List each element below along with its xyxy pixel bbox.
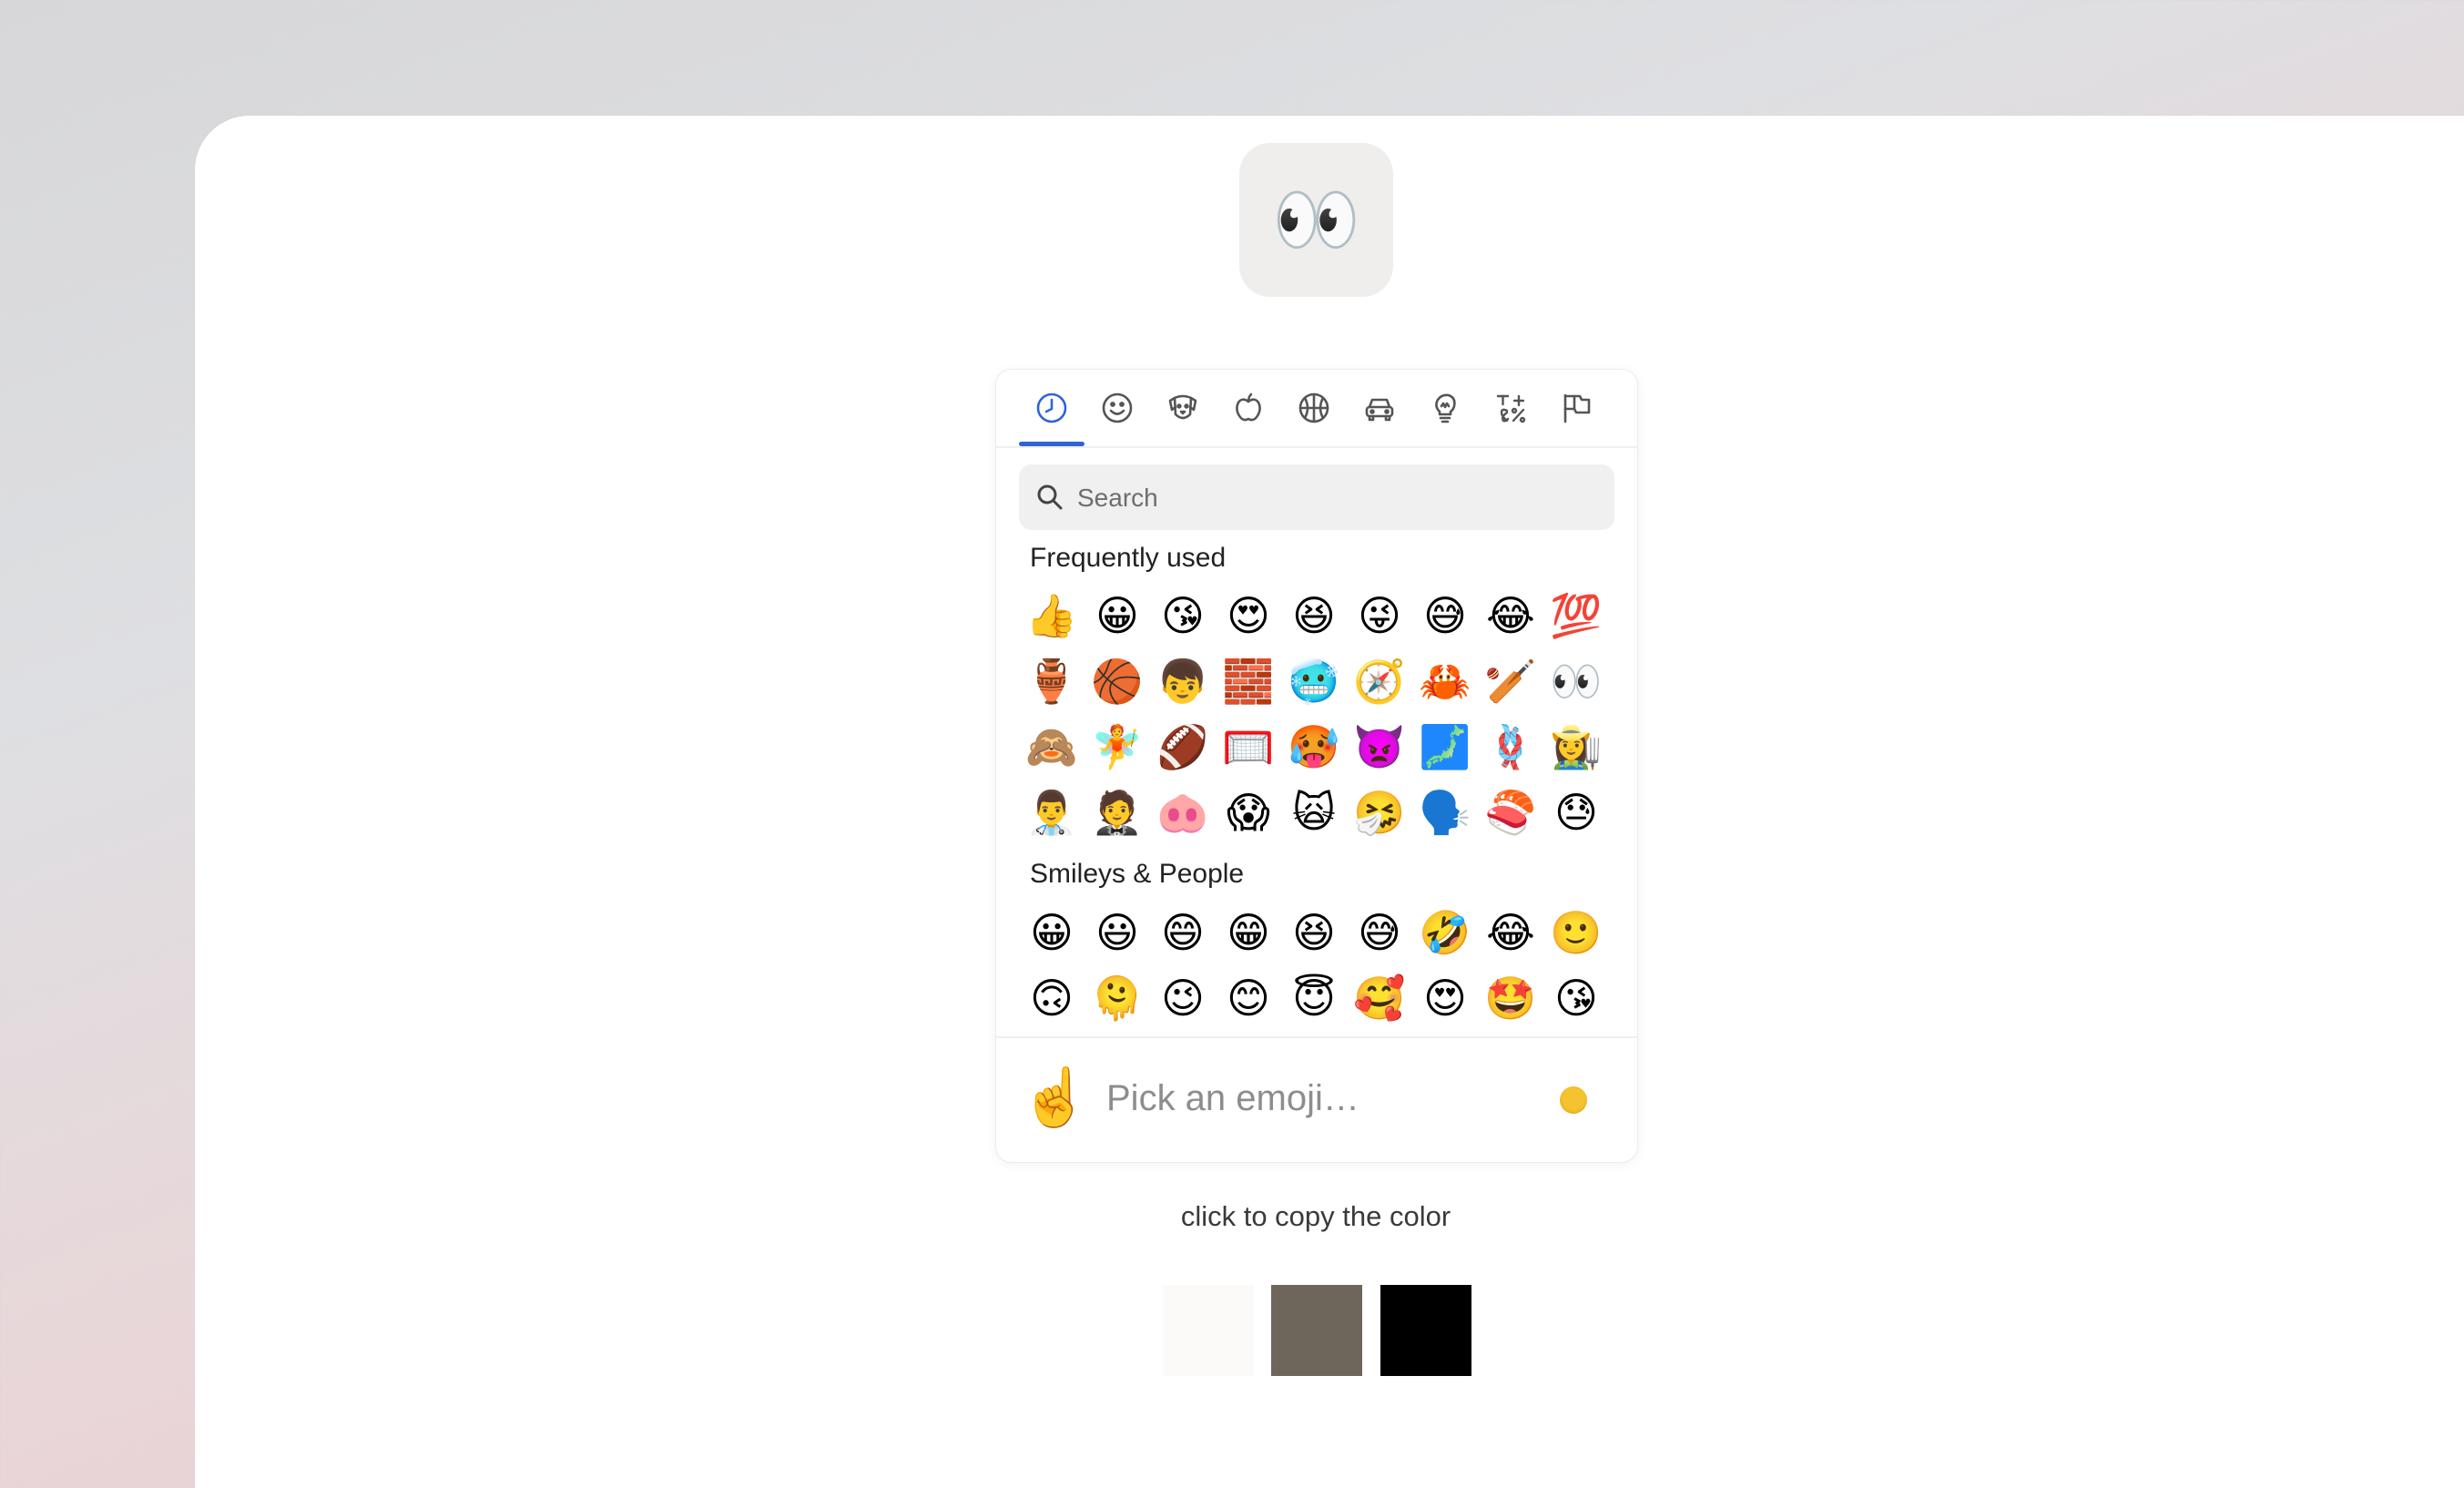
emoji-button[interactable]: 🗣️ (1412, 780, 1478, 845)
emoji-button[interactable]: 🏈 (1150, 714, 1216, 780)
emoji-button[interactable]: 💯 (1543, 583, 1609, 648)
emoji-button[interactable]: 🫠 (1084, 965, 1150, 1031)
tab-flags[interactable] (1543, 370, 1609, 446)
emoji-button[interactable]: 🪢 (1478, 714, 1543, 780)
tabs-divider (996, 446, 1637, 448)
apple-icon (1236, 392, 1261, 422)
skin-tone-button[interactable] (1560, 1086, 1587, 1114)
emoji-button[interactable]: 😆 (1281, 583, 1347, 648)
search-box[interactable] (1019, 464, 1614, 532)
preview-emoji: 👀 (1271, 178, 1361, 260)
emoji-button[interactable]: 👩‍🌾 (1543, 714, 1609, 780)
emoji-button[interactable]: 🤣 (1412, 900, 1478, 965)
emoji-button[interactable]: 🍣 (1478, 780, 1543, 845)
emoji-button[interactable]: 😓 (1543, 780, 1609, 845)
clock-icon (1036, 392, 1067, 423)
emoji-button[interactable]: 🤩 (1478, 965, 1543, 1031)
emoji-button[interactable]: 🥵 (1281, 714, 1347, 780)
emoji-button[interactable]: 😜 (1347, 583, 1412, 648)
emoji-button[interactable]: 👍 (1019, 583, 1084, 648)
footer-preview-emoji: ☝️ (1020, 1066, 1091, 1129)
emoji-button[interactable]: 🗾 (1412, 714, 1478, 780)
emoji-button[interactable]: 👦 (1150, 648, 1216, 714)
emoji-button[interactable]: 😉 (1150, 965, 1216, 1031)
emoji-button[interactable]: 😅 (1412, 583, 1478, 648)
emoji-button[interactable]: 🏺 (1019, 648, 1084, 714)
emoji-button[interactable]: 🧱 (1216, 648, 1281, 714)
emoji-button[interactable]: 😀 (1019, 900, 1084, 965)
emoji-button[interactable]: 😘 (1543, 965, 1609, 1031)
emoji-button[interactable]: 🙃 (1019, 965, 1084, 1031)
emoji-button[interactable]: 👨‍⚕️ (1019, 780, 1084, 845)
emoji-button[interactable]: 🏏 (1478, 648, 1543, 714)
basketball-icon (1298, 392, 1329, 423)
emoji-button[interactable]: 😂 (1478, 583, 1543, 648)
emoji-button[interactable]: 🐽 (1150, 780, 1216, 845)
emoji-preview-tile: 👀 (1239, 143, 1393, 297)
emoji-button[interactable]: 😘 (1150, 583, 1216, 648)
emoji-button[interactable]: 🏀 (1084, 648, 1150, 714)
tab-food[interactable] (1216, 370, 1281, 446)
emoji-grid-frequent: 👍 😀 😘 😍 😆 😜 😅 😂 💯 🏺 🏀 👦 🧱 🥶 🧭 🦀 🏏 👀 🙈 🧚 🏈 🥅 🥵 👿 🗾 🪢 👩‍🌾 👨‍⚕️ 🤵 🐽 😱 🙀 🤧 🗣️… (1019, 583, 1609, 845)
flag-icon (1563, 393, 1591, 423)
tab-animals[interactable] (1150, 370, 1216, 446)
color-swatch-light[interactable] (1163, 1285, 1254, 1376)
smiley-icon (1102, 392, 1133, 423)
emoji-grid-smileys: 😀 😃 😄 😁 😆 😅 🤣 😂 🙂 🙃 🫠 😉 😊 😇 🥰 😍 🤩 😘 (1019, 900, 1609, 1031)
emoji-button[interactable]: 🦀 (1412, 648, 1478, 714)
emoji-button[interactable]: 😊 (1216, 965, 1281, 1031)
emoji-picker: Frequently used 👍😀😘😍😆😜😅😂💯🏺🏀👦🧱🥶🧭🦀🏏👀🙈🧚🏈🥅🥵👿… (995, 369, 1638, 1163)
emoji-button[interactable]: 😍 (1216, 583, 1281, 648)
emoji-button[interactable]: 😁 (1216, 900, 1281, 965)
emoji-button[interactable]: 😱 (1216, 780, 1281, 845)
car-icon (1365, 398, 1394, 422)
emoji-button[interactable]: 🤧 (1347, 780, 1412, 845)
tab-symbols[interactable] (1478, 370, 1543, 446)
emoji-button[interactable]: 😆 (1281, 900, 1347, 965)
tab-travel[interactable] (1347, 370, 1412, 446)
emoji-button[interactable]: 😅 (1347, 900, 1412, 965)
emoji-button[interactable]: 🙂 (1543, 900, 1609, 965)
emoji-button[interactable]: 😇 (1281, 965, 1347, 1031)
dog-icon (1168, 394, 1197, 420)
emoji-button[interactable]: 👀 (1543, 648, 1609, 714)
symbols-icon (1496, 394, 1526, 423)
section-title-frequent: Frequently used (1030, 543, 1227, 573)
color-swatch-brown[interactable] (1271, 1285, 1362, 1376)
search-icon (1037, 484, 1063, 510)
emoji-button[interactable]: 🙈 (1019, 714, 1084, 780)
emoji-button[interactable]: 🥅 (1216, 714, 1281, 780)
emoji-button[interactable]: 🥰 (1347, 965, 1412, 1031)
emoji-button[interactable]: 🧭 (1347, 648, 1412, 714)
emoji-button[interactable]: 😄 (1150, 900, 1216, 965)
emoji-button[interactable]: 😍 (1412, 965, 1478, 1031)
category-tabs (1019, 370, 1609, 446)
emoji-button[interactable]: 😃 (1084, 900, 1150, 965)
picker-footer: ☝️ Pick an emoji… (996, 1038, 1637, 1162)
tab-smileys[interactable] (1084, 370, 1150, 446)
color-swatch-black[interactable] (1380, 1285, 1471, 1376)
emoji-button[interactable]: 😂 (1478, 900, 1543, 965)
emoji-button[interactable]: 🤵 (1084, 780, 1150, 845)
tab-recent[interactable] (1019, 370, 1084, 446)
emoji-button[interactable]: 👿 (1347, 714, 1412, 780)
section-title-smileys: Smileys & People (1030, 859, 1245, 889)
emoji-button[interactable]: 🥶 (1281, 648, 1347, 714)
emoji-button[interactable]: 😀 (1084, 583, 1150, 648)
emoji-button[interactable]: 🧚 (1084, 714, 1150, 780)
tab-activity[interactable] (1281, 370, 1347, 446)
lightbulb-icon (1435, 393, 1456, 423)
tab-objects[interactable] (1412, 370, 1478, 446)
emoji-button[interactable]: 🙀 (1281, 780, 1347, 845)
search-input[interactable] (1075, 464, 1607, 532)
footer-preview-text: Pick an emoji… (1106, 1078, 1359, 1118)
copy-color-hint: click to copy the color (1180, 1200, 1451, 1232)
